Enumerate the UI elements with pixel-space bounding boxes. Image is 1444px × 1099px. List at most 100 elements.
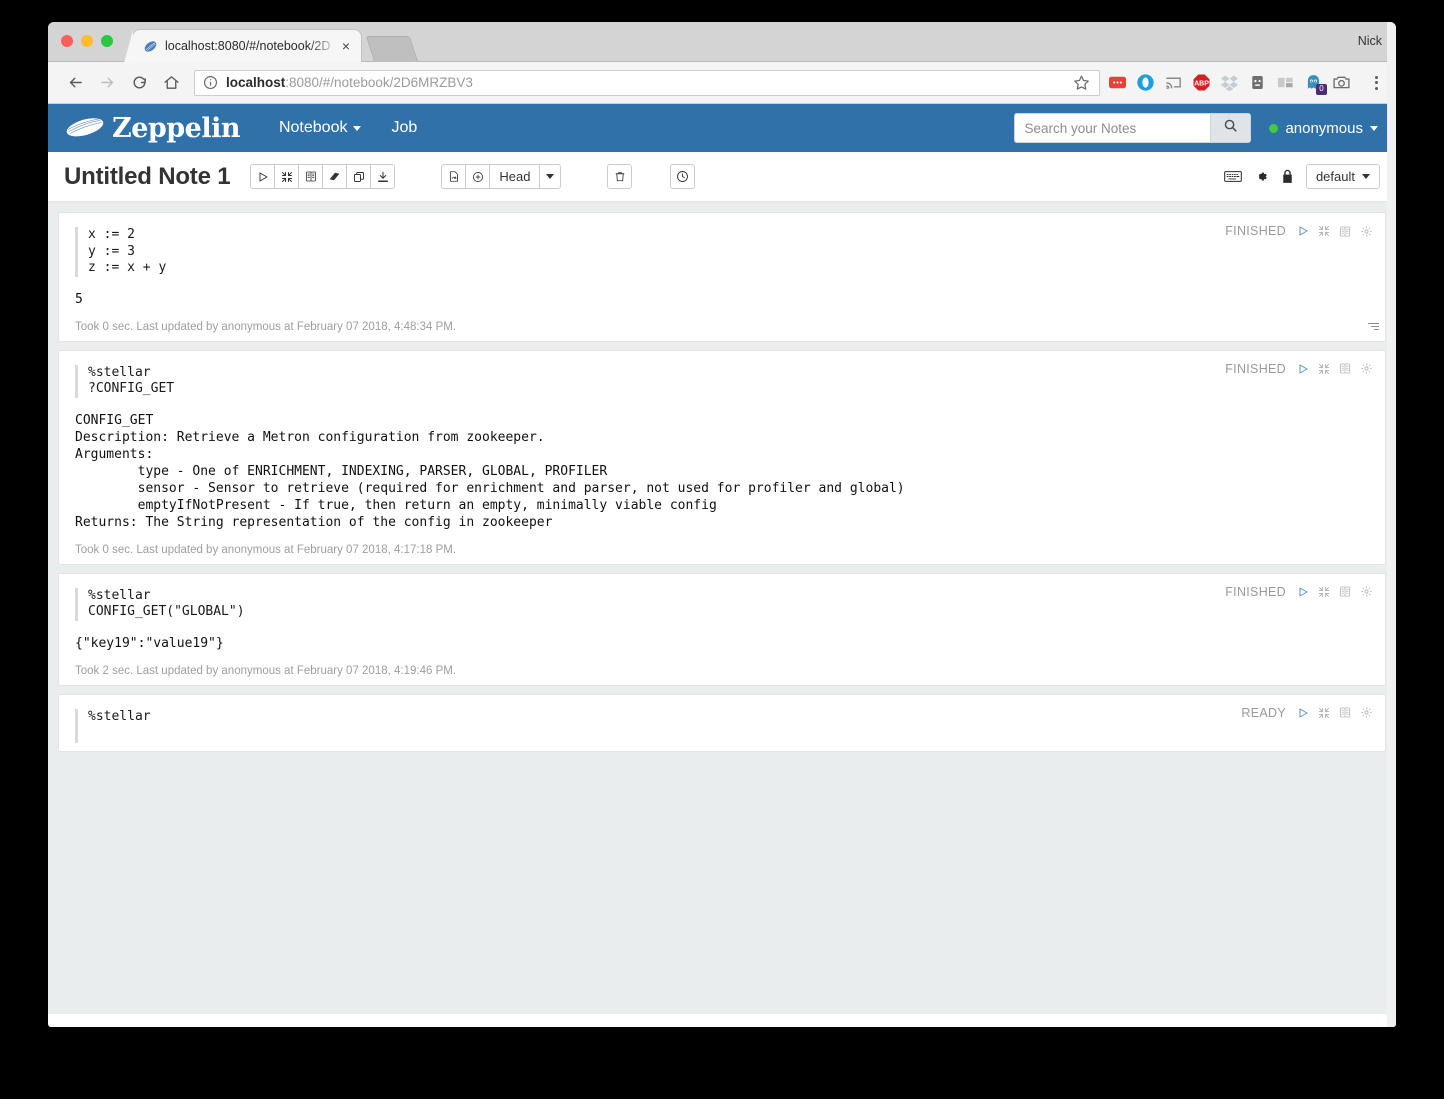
show-output-icon[interactable] [1339, 585, 1351, 598]
output-line: sensor - Sensor to retrieve (required fo… [75, 480, 905, 496]
permissions-lock-icon[interactable] [1281, 169, 1294, 184]
settings-gear-icon[interactable] [1360, 585, 1373, 598]
zeppelin-brand-link[interactable]: Zeppelin [64, 113, 240, 144]
hide-editor-icon[interactable] [1318, 586, 1330, 598]
desktop-background: localhost:8080/#/notebook/2D × Nick loca… [0, 0, 1444, 1099]
reload-button[interactable] [126, 70, 152, 96]
paragraph-2-editor[interactable]: %stellar ?CONFIG_GET [75, 364, 1369, 398]
paragraph-1-editor[interactable]: x := 2 y := 3 z := x + y [75, 227, 1369, 277]
opera-circle-icon[interactable] [1136, 73, 1155, 92]
clear-output-icon[interactable] [322, 164, 348, 189]
hide-editor-icon[interactable] [1318, 707, 1330, 719]
show-output-icon[interactable] [1339, 706, 1351, 719]
trash-icon[interactable] [607, 164, 633, 189]
settings-gear-icon[interactable] [1360, 706, 1373, 719]
add-revision-icon[interactable] [465, 164, 491, 189]
camera-icon[interactable] [1332, 73, 1351, 92]
hide-all-icon[interactable] [274, 164, 300, 189]
show-output-icon[interactable] [1339, 225, 1351, 238]
paragraph-resize-handle[interactable] [1367, 322, 1379, 335]
browser-tab-title: localhost:8080/#/notebook/2D [165, 39, 331, 53]
connection-status-icon [1269, 123, 1279, 133]
keyboard-shortcuts-icon[interactable] [1224, 170, 1242, 183]
maximize-window-button[interactable] [101, 35, 113, 47]
page-title[interactable]: Untitled Note 1 [64, 163, 231, 191]
scheduler-icon[interactable] [670, 164, 696, 189]
note-toolbar: Untitled Note 1 Head default [48, 152, 1396, 202]
nav-item-notebook[interactable]: Notebook [266, 111, 375, 145]
forward-button[interactable] [94, 70, 120, 96]
hide-editor-icon[interactable] [1318, 363, 1330, 375]
zeppelin-logo-icon [64, 115, 106, 141]
paragraph-3[interactable]: FINISHED %stellar CONFIG_GET("GLOBAL") {… [58, 572, 1386, 686]
note-toolbar-right: default [1224, 164, 1380, 189]
paragraph-4-status: READY [1241, 705, 1286, 720]
close-window-button[interactable] [61, 35, 73, 47]
run-paragraph-icon[interactable] [1297, 707, 1309, 719]
revision-select[interactable]: Head [489, 164, 541, 189]
adblock-plus-icon[interactable]: ABP [1192, 73, 1211, 92]
ghostery-icon[interactable]: 0 [1304, 73, 1327, 95]
browser-addressbar: localhost:8080/#/notebook/2D6MRZBV3 ABP … [48, 62, 1396, 104]
settings-gear-icon[interactable] [1360, 225, 1373, 238]
output-line: {"key19":"value19"} [75, 635, 224, 651]
nav-item-job-label: Job [391, 119, 418, 136]
paragraph-4-controls: READY [1241, 706, 1373, 720]
chevron-down-icon [353, 125, 362, 131]
revision-select-caret[interactable] [539, 164, 562, 189]
hide-editor-icon[interactable] [1318, 225, 1330, 237]
run-paragraph-icon[interactable] [1297, 363, 1309, 375]
interpreter-binding-select[interactable]: default [1305, 164, 1380, 189]
show-all-output-icon[interactable] [298, 164, 324, 189]
minimize-window-button[interactable] [81, 35, 93, 47]
paragraph-3-footer: Took 2 sec. Last updated by anonymous at… [75, 664, 457, 677]
home-button[interactable] [158, 70, 184, 96]
export-note-icon[interactable] [370, 164, 396, 189]
notes-search [1014, 113, 1252, 143]
show-output-icon[interactable] [1339, 362, 1351, 375]
interpreter-binding-label: default [1315, 169, 1355, 184]
url-bar[interactable]: localhost:8080/#/notebook/2D6MRZBV3 [194, 69, 1100, 96]
code-line: y := 3 [88, 243, 135, 259]
commit-icon[interactable] [441, 164, 467, 189]
tiles-icon[interactable] [1276, 73, 1295, 92]
user-menu[interactable]: anonymous [1269, 120, 1378, 137]
paragraph-3-editor[interactable]: %stellar CONFIG_GET("GLOBAL") [75, 587, 1369, 621]
dropbox-icon[interactable] [1220, 73, 1239, 92]
browser-tab-inactive[interactable] [365, 36, 419, 62]
output-line: Returns: The String representation of th… [75, 514, 553, 530]
nav-item-job[interactable]: Job [378, 111, 430, 145]
search-input[interactable] [1014, 113, 1211, 143]
clone-note-icon[interactable] [346, 164, 372, 189]
run-paragraph-icon[interactable] [1297, 225, 1309, 237]
settings-gear-icon[interactable] [1360, 362, 1373, 375]
output-line: Description: Retrieve a Metron configura… [75, 429, 545, 445]
paragraph-1[interactable]: FINISHED x:= 2 y:= 3 z:= x + y 5 Took… [58, 212, 1386, 342]
browser-tab-active[interactable]: localhost:8080/#/notebook/2D × [124, 29, 362, 63]
output-line: Arguments: [75, 446, 154, 462]
window-user-label: Nick [1357, 34, 1382, 48]
page-scrollbar[interactable] [1387, 22, 1396, 1027]
output-line: CONFIG_GET [75, 412, 154, 428]
run-paragraph-icon[interactable] [1297, 586, 1309, 598]
note-settings-icon[interactable] [1254, 169, 1269, 184]
paragraph-2[interactable]: FINISHED %stellar ?CONFIG_GET CONFIG_GET… [58, 349, 1386, 565]
paragraph-4[interactable]: READY %stellar [58, 693, 1386, 752]
paragraph-4-editor[interactable]: %stellar [75, 708, 1369, 743]
nav-item-notebook-label: Notebook [278, 119, 348, 136]
pocket-icon[interactable] [1248, 73, 1267, 92]
paragraph-2-status: FINISHED [1225, 361, 1286, 376]
code-line: %stellar [88, 364, 151, 380]
search-button[interactable] [1210, 113, 1252, 143]
browser-menu-icon[interactable] [1366, 75, 1386, 90]
window-controls[interactable] [61, 35, 113, 47]
code-line: %stellar [88, 708, 151, 724]
notes-extension-icon[interactable] [1108, 73, 1127, 92]
site-info-icon[interactable] [203, 75, 218, 90]
back-button[interactable] [62, 70, 88, 96]
run-all-icon[interactable] [250, 164, 276, 189]
paragraph-2-output: CONFIG_GET Description: Retrieve a Metro… [75, 412, 1369, 531]
cast-icon[interactable] [1164, 73, 1183, 92]
bookmark-star-icon[interactable] [1073, 74, 1091, 92]
close-tab-icon[interactable]: × [339, 39, 353, 53]
